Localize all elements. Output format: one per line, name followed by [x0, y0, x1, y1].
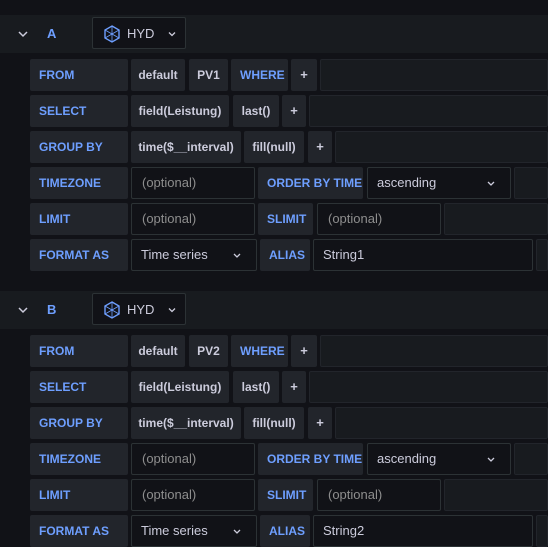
collapse-chevron-icon[interactable] [16, 27, 30, 41]
row-filler [309, 371, 548, 403]
alias-input[interactable]: String1 [313, 239, 533, 271]
row-filler [444, 479, 548, 511]
group-by-row: GROUP BY time($__interval) fill(null) + [30, 131, 548, 163]
row-filler [444, 203, 548, 235]
timezone-input[interactable]: (optional) [131, 443, 255, 475]
retention-policy-segment[interactable]: default [131, 59, 185, 91]
limit-input[interactable]: (optional) [131, 203, 255, 235]
chevron-down-icon [487, 457, 495, 462]
timezone-input[interactable]: (optional) [131, 167, 255, 199]
format-as-select[interactable]: Time series [131, 515, 257, 547]
order-by-time-value: ascending [377, 451, 437, 466]
selector-segment[interactable]: last() [233, 371, 279, 403]
order-by-time-select[interactable]: ascending [367, 167, 511, 199]
select-row: SELECT field(Leistung) last() + [30, 95, 548, 127]
alias-label: ALIAS [260, 515, 310, 547]
selector-segment[interactable]: last() [233, 95, 279, 127]
group-by-row: GROUP BY time($__interval) fill(null) + [30, 407, 548, 439]
datasource-name: HYD [127, 302, 155, 317]
chevron-down-icon [168, 308, 176, 313]
format-as-label: FORMAT AS [30, 515, 128, 547]
select-label: SELECT [30, 95, 128, 127]
limit-label: LIMIT [30, 203, 128, 235]
influxdb-icon [104, 25, 120, 43]
format-as-value: Time series [141, 247, 208, 262]
row-filler [309, 95, 548, 127]
measurement-segment[interactable]: PV1 [189, 59, 228, 91]
add-group-by-button[interactable]: + [308, 131, 332, 163]
add-where-button[interactable]: + [291, 335, 317, 367]
row-filler [320, 335, 548, 367]
from-row: FROM default PV2 WHERE + [30, 335, 548, 367]
datasource-picker[interactable]: HYD [92, 17, 186, 49]
row-filler [335, 407, 548, 439]
add-group-by-button[interactable]: + [308, 407, 332, 439]
select-label: SELECT [30, 371, 128, 403]
format-as-value: Time series [141, 523, 208, 538]
slimit-label: SLIMIT [258, 479, 313, 511]
order-by-time-value: ascending [377, 175, 437, 190]
add-select-button[interactable]: + [282, 95, 306, 127]
from-row: FROM default PV1 WHERE + [30, 59, 548, 91]
alias-input[interactable]: String2 [313, 515, 533, 547]
timezone-label: TIMEZONE [30, 443, 128, 475]
collapse-chevron-icon[interactable] [16, 303, 30, 317]
from-label: FROM [30, 59, 128, 91]
time-interval-segment[interactable]: time($__interval) [131, 131, 241, 163]
field-segment[interactable]: field(Leistung) [131, 95, 229, 127]
row-filler [536, 239, 548, 271]
limit-input[interactable]: (optional) [131, 479, 255, 511]
influxdb-icon [104, 301, 120, 319]
chevron-down-icon [233, 529, 241, 534]
row-filler [335, 131, 548, 163]
add-select-button[interactable]: + [282, 371, 306, 403]
where-label: WHERE [231, 59, 288, 91]
retention-policy-segment[interactable]: default [131, 335, 185, 367]
chevron-down-icon [487, 181, 495, 186]
format-row: FORMAT AS Time series ALIAS String1 [30, 239, 548, 271]
select-row: SELECT field(Leistung) last() + [30, 371, 548, 403]
limit-row: LIMIT (optional) SLIMIT (optional) [30, 203, 548, 235]
slimit-input[interactable]: (optional) [317, 203, 441, 235]
from-label: FROM [30, 335, 128, 367]
query-ref-id[interactable]: B [47, 302, 56, 317]
query-ref-id[interactable]: A [47, 26, 56, 41]
datasource-name: HYD [127, 26, 155, 41]
measurement-segment[interactable]: PV2 [189, 335, 228, 367]
where-label: WHERE [231, 335, 288, 367]
slimit-label: SLIMIT [258, 203, 313, 235]
chevron-down-icon [233, 253, 241, 258]
fill-segment[interactable]: fill(null) [244, 131, 304, 163]
timezone-label: TIMEZONE [30, 167, 128, 199]
format-as-label: FORMAT AS [30, 239, 128, 271]
format-as-select[interactable]: Time series [131, 239, 257, 271]
fill-segment[interactable]: fill(null) [244, 407, 304, 439]
chevron-down-icon [168, 32, 176, 37]
row-filler [514, 443, 548, 475]
row-filler [320, 59, 548, 91]
group-by-label: GROUP BY [30, 407, 128, 439]
timezone-row: TIMEZONE (optional) ORDER BY TIME ascend… [30, 167, 548, 199]
limit-row: LIMIT (optional) SLIMIT (optional) [30, 479, 548, 511]
time-interval-segment[interactable]: time($__interval) [131, 407, 241, 439]
slimit-input[interactable]: (optional) [317, 479, 441, 511]
alias-label: ALIAS [260, 239, 310, 271]
order-by-time-label: ORDER BY TIME [258, 167, 363, 199]
order-by-time-label: ORDER BY TIME [258, 443, 363, 475]
datasource-picker[interactable]: HYD [92, 293, 186, 325]
limit-label: LIMIT [30, 479, 128, 511]
format-row: FORMAT AS Time series ALIAS String2 [30, 515, 548, 547]
add-where-button[interactable]: + [291, 59, 317, 91]
field-segment[interactable]: field(Leistung) [131, 371, 229, 403]
query-header[interactable]: A HYD [0, 15, 548, 53]
row-filler [514, 167, 548, 199]
order-by-time-select[interactable]: ascending [367, 443, 511, 475]
row-filler [536, 515, 548, 547]
timezone-row: TIMEZONE (optional) ORDER BY TIME ascend… [30, 443, 548, 475]
query-header[interactable]: B HYD [0, 291, 548, 329]
group-by-label: GROUP BY [30, 131, 128, 163]
